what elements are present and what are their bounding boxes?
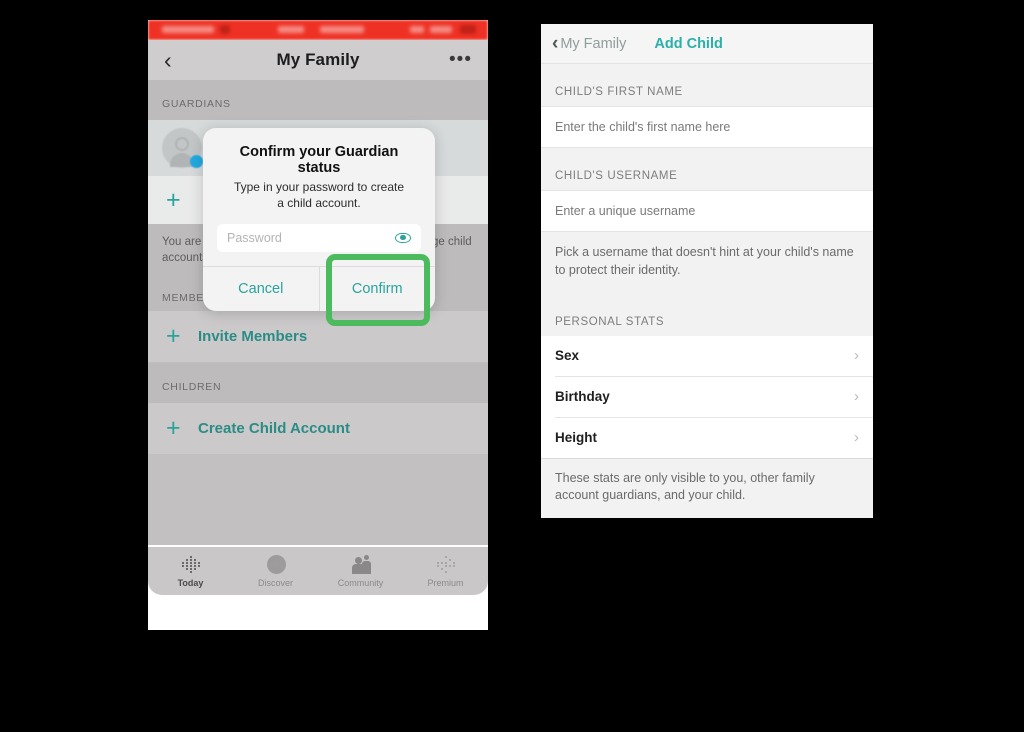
section-header-guardians: GUARDIANS	[148, 80, 488, 120]
status-badge	[190, 155, 203, 168]
create-child-account-row[interactable]: + Create Child Account	[148, 402, 488, 455]
invite-members-row[interactable]: + Invite Members	[148, 310, 488, 363]
chevron-right-icon: ›	[854, 388, 859, 405]
row-label: Birthday	[555, 389, 610, 404]
section-header-children: CHILDREN	[148, 362, 488, 403]
cancel-button[interactable]: Cancel	[203, 267, 319, 311]
tab-label: Today	[177, 577, 204, 588]
dialog-title: Confirm your Guardian status	[239, 144, 399, 176]
tab-bar: Today Discover Community Premium	[148, 547, 488, 595]
section-header-username: CHILD'S USERNAME	[541, 148, 873, 191]
navigation-bar: ‹ My Family •••	[148, 40, 488, 80]
back-chevron-icon[interactable]: ‹	[164, 48, 188, 72]
password-field[interactable]: Password	[217, 223, 421, 252]
invite-members-label: Invite Members	[198, 327, 308, 345]
row-sex[interactable]: Sex ›	[541, 335, 873, 376]
eye-icon[interactable]	[395, 232, 411, 243]
page-title: Add Child	[654, 35, 723, 52]
navigation-bar: ‹ My Family Add Child	[541, 24, 873, 64]
plus-icon: +	[166, 321, 181, 350]
left-phone-screenshot: ‹ My Family ••• GUARDIANS + You are a Gu…	[148, 20, 488, 630]
premium-dots-icon	[434, 555, 458, 575]
confirm-guardian-dialog: Confirm your Guardian status Type in you…	[203, 128, 435, 311]
tab-premium[interactable]: Premium	[403, 547, 488, 595]
tab-label: Community	[337, 577, 384, 588]
username-hint: Pick a username that doesn't hint at you…	[541, 232, 873, 294]
row-label: Height	[555, 430, 597, 445]
row-label: Sex	[555, 348, 580, 363]
row-birthday[interactable]: Birthday ›	[541, 376, 873, 417]
row-height[interactable]: Height ›	[541, 417, 873, 458]
confirm-button[interactable]: Confirm	[318, 266, 436, 311]
chevron-right-icon: ›	[854, 429, 859, 446]
tab-community[interactable]: Community	[318, 547, 403, 595]
plus-icon: +	[166, 185, 181, 214]
tab-label: Discover	[257, 577, 293, 588]
page-title: My Family	[276, 50, 360, 69]
plus-icon: +	[166, 413, 181, 442]
username-input[interactable]: Enter a unique username	[541, 191, 873, 232]
section-header-first-name: CHILD'S FIRST NAME	[541, 64, 873, 107]
today-dots-icon	[179, 555, 203, 575]
password-input[interactable]: Password	[227, 231, 395, 245]
tab-discover[interactable]: Discover	[233, 547, 318, 595]
create-child-account-label: Create Child Account	[198, 419, 350, 437]
status-bar	[148, 20, 488, 40]
back-chevron-icon: ‹	[552, 32, 559, 54]
tab-label: Premium	[427, 577, 464, 588]
chevron-right-icon: ›	[854, 347, 859, 364]
empty-list-area	[148, 454, 488, 545]
dialog-actions: Cancel Confirm	[203, 265, 436, 311]
community-people-icon	[349, 554, 373, 575]
right-phone-screenshot: ‹ My Family Add Child CHILD'S FIRST NAME…	[541, 24, 873, 518]
tab-today[interactable]: Today	[148, 547, 233, 595]
back-label: My Family	[560, 35, 627, 52]
personal-stats-footnote: These stats are only visible to you, oth…	[541, 457, 873, 518]
dialog-subtitle: Type in your password to create a child …	[233, 180, 405, 210]
first-name-input[interactable]: Enter the child's first name here	[541, 107, 873, 148]
ellipsis-icon[interactable]: •••	[448, 50, 472, 70]
back-button[interactable]: ‹ My Family	[552, 32, 627, 54]
section-header-personal-stats: PERSONAL STATS	[541, 293, 873, 336]
compass-icon	[264, 554, 288, 575]
avatar	[162, 128, 203, 168]
